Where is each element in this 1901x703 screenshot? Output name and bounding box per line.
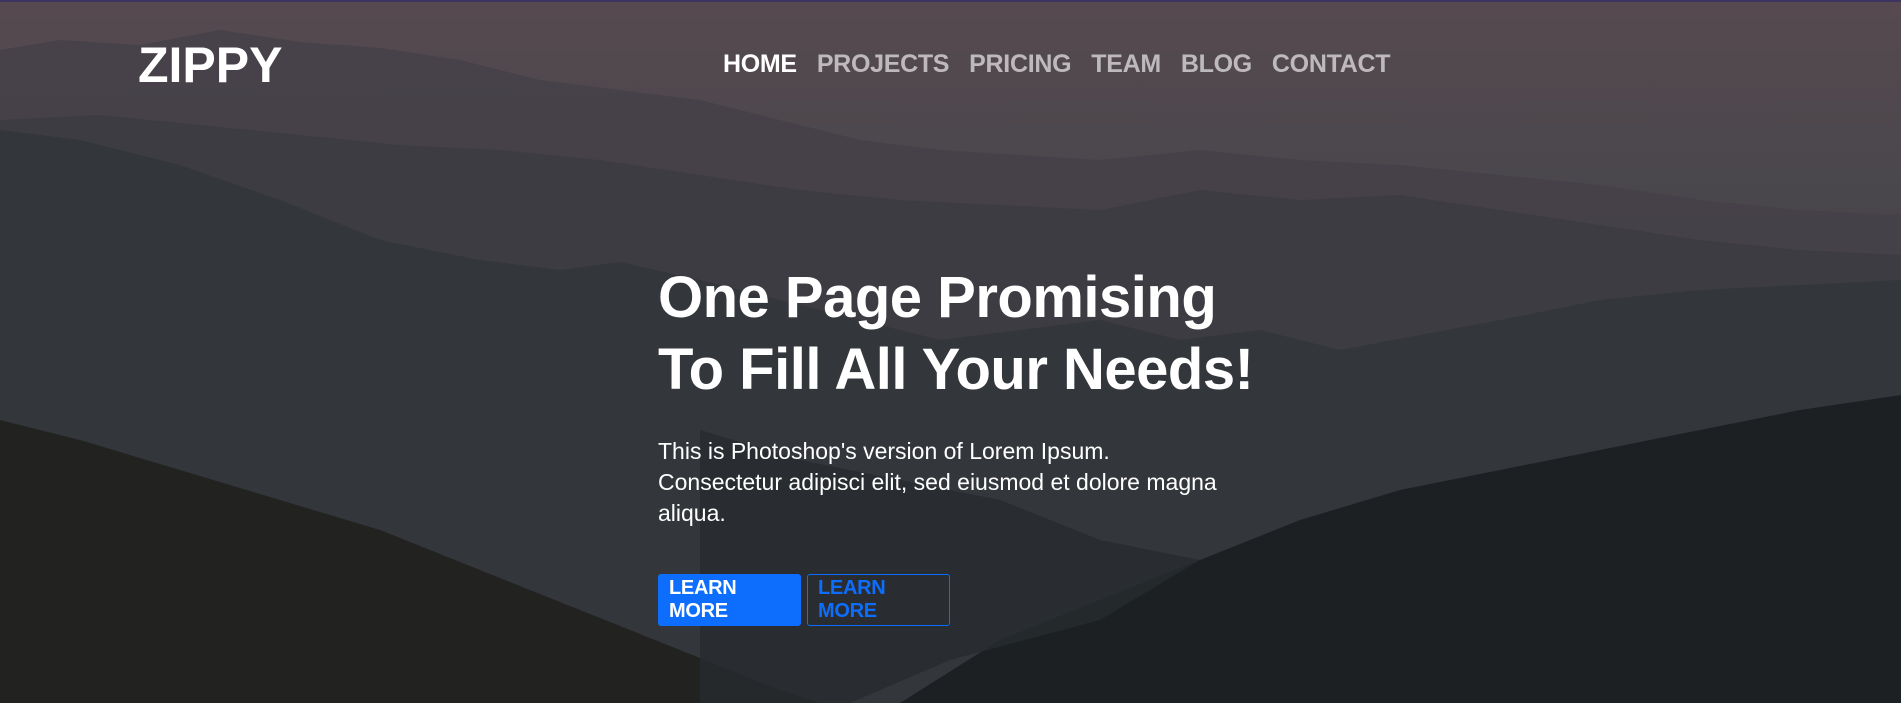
hero-headline-line-2: To Fill All Your Needs! [658, 337, 1254, 402]
main-nav: HOME PROJECTS PRICING TEAM BLOG CONTACT [723, 50, 1390, 79]
top-border [0, 0, 1901, 2]
learn-more-button[interactable]: LEARN MORE [658, 574, 801, 626]
hero-section: ZIPPY HOME PROJECTS PRICING TEAM BLOG CO… [0, 0, 1901, 703]
nav-item-projects[interactable]: PROJECTS [817, 50, 950, 79]
nav-item-contact[interactable]: CONTACT [1272, 50, 1391, 79]
brand-logo[interactable]: ZIPPY [138, 36, 282, 94]
nav-item-blog[interactable]: BLOG [1181, 50, 1252, 79]
nav-item-pricing[interactable]: PRICING [969, 50, 1071, 79]
hero-headline-line-1: One Page Promising [658, 265, 1217, 330]
nav-item-team[interactable]: TEAM [1091, 50, 1161, 79]
hero-description: This is Photoshop's version of Lorem Ips… [658, 438, 1217, 526]
nav-item-home[interactable]: HOME [723, 50, 797, 79]
hero-headline: One Page Promising To Fill All Your Need… [658, 262, 1298, 406]
hero-buttons: LEARN MORE LEARN MORE [658, 574, 950, 626]
hero-content: One Page Promising To Fill All Your Need… [658, 262, 1298, 529]
learn-more-outline-button[interactable]: LEARN MORE [807, 574, 950, 626]
